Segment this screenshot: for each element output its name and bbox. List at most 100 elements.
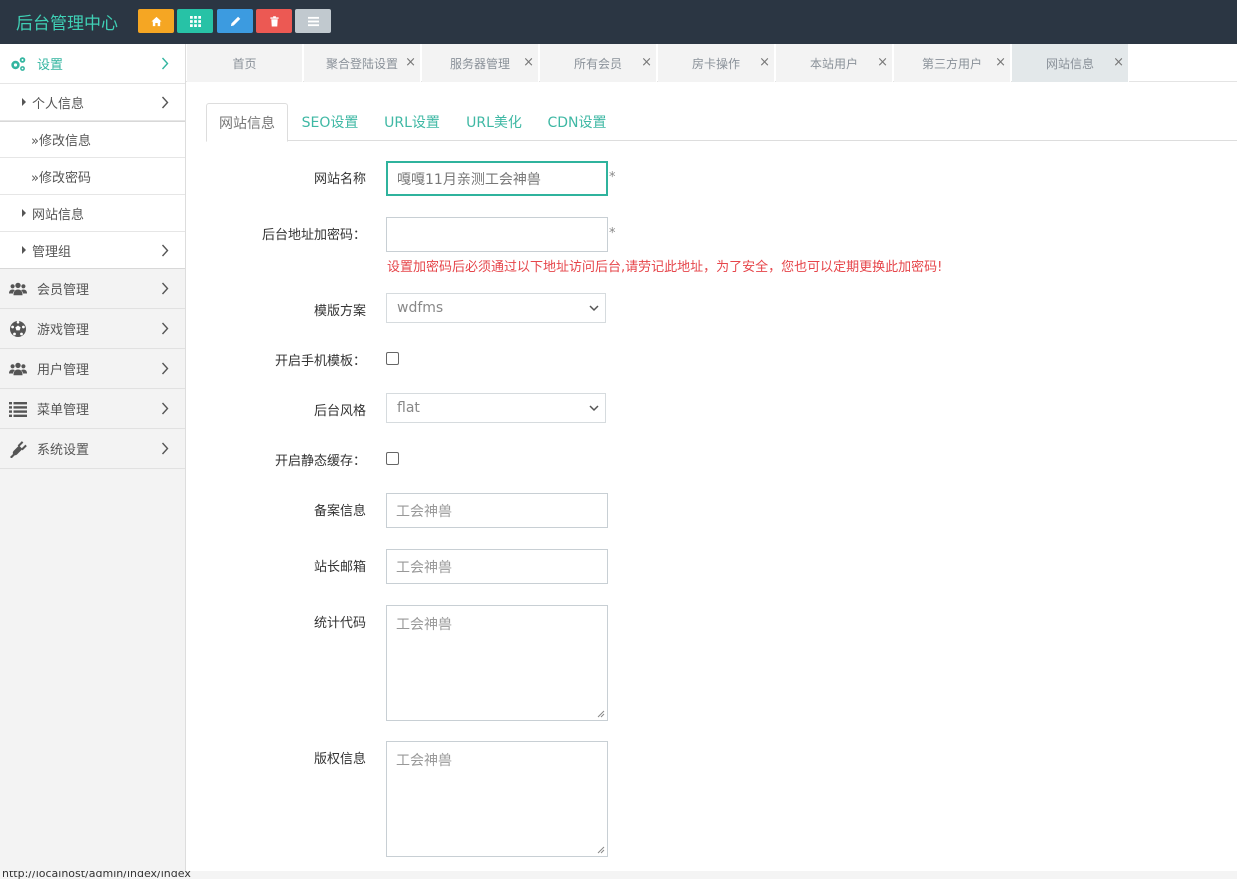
sidebar-subitem-change-password[interactable]: »修改密码: [0, 158, 185, 195]
email-input[interactable]: 工会神兽: [386, 549, 608, 584]
icp-label: 备案信息: [313, 504, 366, 519]
home-icon: [150, 16, 162, 26]
tab-url-settings[interactable]: URL设置: [372, 103, 452, 141]
grid-button[interactable]: [177, 9, 213, 33]
page-tab-server-management[interactable]: 服务器管理 ×: [422, 44, 539, 82]
sidebar-item-label: 菜单管理: [37, 403, 90, 418]
page-tab-label: 服务器管理: [449, 56, 510, 71]
delete-button[interactable]: [256, 9, 292, 33]
page-tab-label: 首页: [232, 56, 257, 71]
sidebar-subitem-label: »修改信息: [31, 134, 91, 149]
page-tab-third-party-users[interactable]: 第三方用户 ×: [894, 44, 1011, 82]
close-icon[interactable]: ×: [759, 55, 770, 70]
admin-secret-input[interactable]: [386, 217, 608, 252]
page-tab-home[interactable]: 首页: [187, 44, 303, 82]
page-tab-strip: 首页 聚合登陆设置 × 服务器管理 × 所有会员 × 房卡操作 × 本站用户 ×…: [186, 44, 1237, 82]
resize-grip-icon[interactable]: [597, 710, 605, 718]
page-tab-local-users[interactable]: 本站用户 ×: [776, 44, 893, 82]
page-tab-room-card[interactable]: 房卡操作 ×: [658, 44, 775, 82]
gears-icon: [8, 55, 28, 73]
admin-style-label: 后台风格: [313, 404, 366, 419]
edit-button[interactable]: [217, 9, 253, 33]
sidebar-item-label: 用户管理: [37, 363, 90, 378]
mobile-template-label: 开启手机模板：: [274, 354, 366, 369]
template-select-value: wdfms: [397, 300, 444, 316]
tab-cdn-settings[interactable]: CDN设置: [536, 103, 618, 141]
sidebar-item-label: 系统设置: [37, 443, 90, 458]
sidebar: 设置 个人信息 »修改信息 »修改密码 网站信息 管理组 会员管理 游戏管理 用…: [0, 44, 186, 879]
sidebar-subitem-edit-info[interactable]: »修改信息: [0, 121, 185, 158]
static-cache-label: 开启静态缓存：: [274, 454, 366, 469]
sidebar-item-member-management[interactable]: 会员管理: [0, 269, 185, 309]
close-icon[interactable]: ×: [877, 55, 888, 70]
static-cache-checkbox[interactable]: [386, 452, 399, 465]
page-tab-login-settings[interactable]: 聚合登陆设置 ×: [304, 44, 421, 82]
page-tab-site-info[interactable]: 网站信息 ×: [1012, 44, 1129, 82]
sidebar-item-label: 会员管理: [37, 283, 90, 298]
status-bar-url: http://localhost/admin/index/index: [0, 871, 1237, 879]
grid-icon: [189, 15, 201, 27]
app-title[interactable]: 后台管理中心: [16, 9, 118, 34]
chevron-right-icon: [161, 362, 169, 375]
chevron-right-icon: [161, 57, 169, 70]
page-tab-label: 房卡操作: [691, 56, 740, 71]
page-tab-label: 第三方用户: [921, 56, 982, 71]
caret-right-icon: [22, 209, 26, 217]
caret-right-icon: [22, 246, 26, 254]
sidebar-subitem-admin-group[interactable]: 管理组: [0, 232, 185, 269]
sidebar-item-label: 设置: [37, 58, 64, 73]
site-name-input[interactable]: 嘎嘎11月亲测工会神兽: [386, 161, 608, 196]
sidebar-item-settings[interactable]: 设置: [0, 44, 185, 84]
close-icon[interactable]: ×: [1113, 55, 1124, 70]
template-select[interactable]: wdfms: [386, 293, 606, 323]
sidebar-item-user-management[interactable]: 用户管理: [0, 349, 185, 389]
sidebar-subitem-personal-info[interactable]: 个人信息: [0, 83, 185, 121]
page-tab-label: 网站信息: [1045, 56, 1094, 71]
tab-site-info[interactable]: 网站信息: [206, 103, 288, 142]
page-tab-label: 所有会员: [573, 56, 622, 71]
sidebar-subitem-label: 个人信息: [32, 96, 85, 112]
sidebar-item-system-settings[interactable]: 系统设置: [0, 429, 185, 469]
users-icon: [8, 280, 28, 298]
mobile-template-checkbox[interactable]: [386, 352, 399, 365]
list-button[interactable]: [295, 9, 331, 33]
admin-style-select[interactable]: flat: [386, 393, 606, 423]
sidebar-item-label: 游戏管理: [37, 323, 90, 338]
stats-code-textarea[interactable]: 工会神兽: [386, 605, 608, 721]
stats-code-label: 统计代码: [313, 616, 366, 631]
required-mark: *: [609, 170, 616, 185]
sidebar-item-game-management[interactable]: 游戏管理: [0, 309, 185, 349]
close-icon[interactable]: ×: [995, 55, 1006, 70]
admin-secret-warning: 设置加密码后必须通过以下地址访问后台,请劳记此地址，为了安全，您也可以定期更换此…: [387, 260, 943, 275]
page-tab-label: 本站用户: [809, 56, 858, 71]
sidebar-subitem-label: 管理组: [32, 244, 72, 260]
content-tabs: 网站信息 SEO设置 URL设置 URL美化 CDN设置: [206, 103, 1237, 142]
sidebar-subitem-label: »修改密码: [31, 170, 91, 186]
email-label: 站长邮箱: [313, 560, 366, 575]
tab-seo-settings[interactable]: SEO设置: [292, 103, 368, 141]
list-icon: [307, 16, 319, 26]
icp-input[interactable]: 工会神兽: [386, 493, 608, 528]
close-icon[interactable]: ×: [641, 55, 652, 70]
close-icon[interactable]: ×: [405, 55, 416, 70]
copyright-textarea[interactable]: 工会神兽: [386, 741, 608, 857]
chevron-down-icon: [589, 405, 599, 412]
stats-code-placeholder: 工会神兽: [396, 617, 452, 633]
close-icon[interactable]: ×: [523, 55, 534, 70]
home-button[interactable]: [138, 9, 174, 33]
resize-grip-icon[interactable]: [597, 846, 605, 854]
tab-url-beautify[interactable]: URL美化: [456, 103, 532, 141]
chevron-right-icon: [161, 96, 169, 109]
sidebar-item-menu-management[interactable]: 菜单管理: [0, 389, 185, 429]
users-icon: [8, 360, 28, 378]
page-tab-label: 聚合登陆设置: [325, 56, 398, 71]
caret-right-icon: [22, 98, 26, 106]
sidebar-subitem-label: 网站信息: [32, 207, 85, 223]
page-tab-all-members[interactable]: 所有会员 ×: [540, 44, 657, 82]
copyright-placeholder: 工会神兽: [396, 753, 452, 769]
template-label: 模版方案: [313, 304, 366, 319]
chevron-right-icon: [161, 282, 169, 295]
required-mark: *: [609, 226, 616, 241]
site-name-label: 网站名称: [313, 172, 366, 187]
sidebar-subitem-site-info[interactable]: 网站信息: [0, 195, 185, 232]
